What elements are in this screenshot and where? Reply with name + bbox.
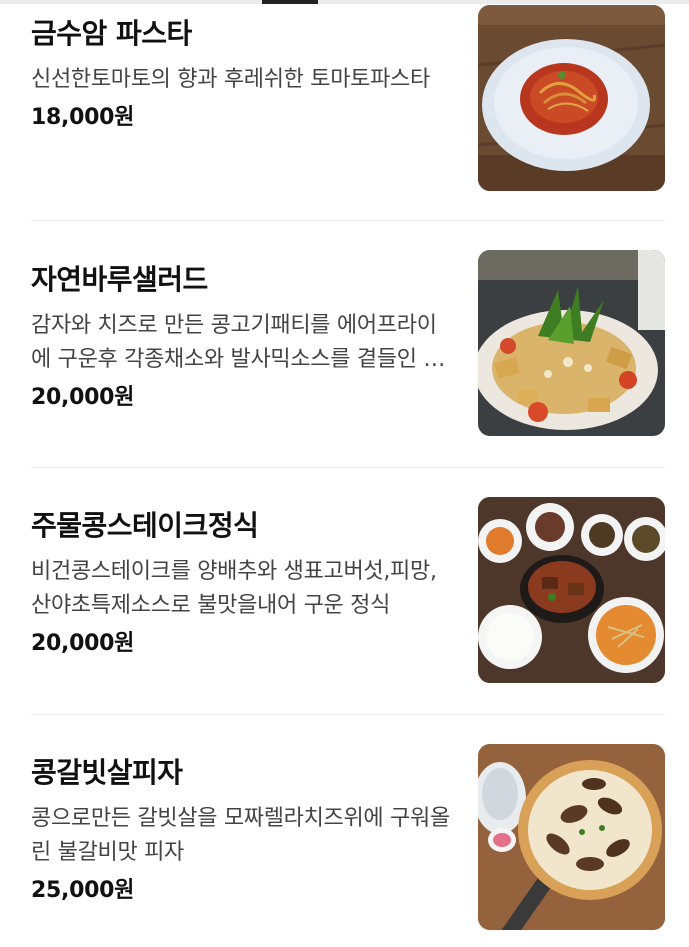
menu-item-info: 금수암 파스타 신선한토마토의 향과 후레쉬한 토마토파스타 18,000원 [31,17,451,133]
steak-set-photo[interactable] [478,497,665,683]
menu-item-price: 20,000원 [31,631,135,656]
menu-item-info: 주물콩스테이크정식 비건콩스테이크를 양배추와 생표고버섯,피망,산야초특제소스… [31,509,451,659]
menu-item-description: 비건콩스테이크를 양배추와 생표고버섯,피망,산야초특제소스로 불맛을내어 구운… [31,559,437,618]
top-border [0,0,689,4]
menu-item-description: 신선한토마토의 향과 후레쉬한 토마토파스타 [31,67,430,92]
active-tab-indicator [262,0,318,4]
menu-item-price: 18,000원 [31,105,135,130]
menu-item-price: 25,000원 [31,878,135,903]
pasta-photo[interactable] [478,5,665,191]
salad-photo[interactable] [478,250,665,436]
menu-item-description: 감자와 치즈로 만든 콩고기패티를 에어프라이에 구운후 각종채소와 발사믹소스… [31,313,444,372]
divider [31,714,665,715]
menu-item-description: 콩으로만든 갈빗살을 모짜렐라치즈위에 구워올린 불갈비맛 피자 [31,806,450,865]
menu-item-name: 콩갈빗살피자 [31,756,183,789]
menu-item-info: 콩갈빗살피자 콩으로만든 갈빗살을 모짜렐라치즈위에 구워올린 불갈비맛 피자 … [31,756,451,906]
pizza-photo[interactable] [478,744,665,930]
divider [31,220,665,221]
menu-item-price: 20,000원 [31,385,135,410]
menu-item-name: 주물콩스테이크정식 [31,509,259,542]
menu-item-name: 금수암 파스타 [31,17,192,50]
menu-item-info: 자연바루샐러드 감자와 치즈로 만든 콩고기패티를 에어프라이에 구운후 각종채… [31,263,451,413]
divider [31,467,665,468]
menu-item-name: 자연바루샐러드 [31,263,208,296]
